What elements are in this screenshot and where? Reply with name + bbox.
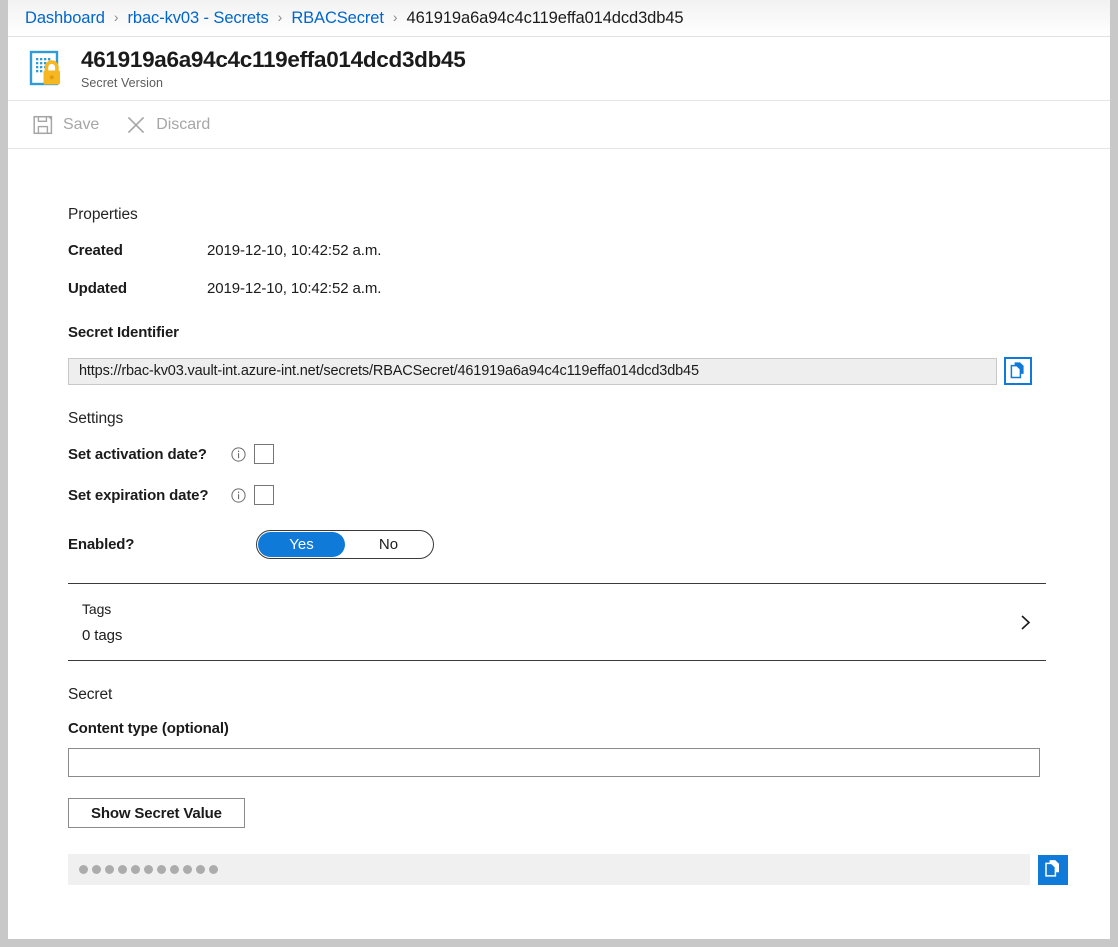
secret-identifier-value[interactable]: https://rbac-kv03.vault-int.azure-int.ne…: [68, 357, 997, 385]
copy-secret-value-button[interactable]: [1038, 854, 1068, 885]
tags-title: Tags: [82, 600, 112, 617]
discard-button-label: Discard: [156, 115, 211, 133]
masked-dot: [144, 865, 153, 874]
masked-dot: [79, 865, 88, 874]
created-row: Created 2019-12-10, 10:42:52 a.m.: [68, 242, 1110, 259]
info-icon[interactable]: [231, 446, 246, 462]
save-button-label: Save: [63, 115, 100, 133]
masked-dot: [131, 865, 140, 874]
settings-heading: Settings: [68, 410, 124, 427]
show-secret-value-row: Show Secret Value: [68, 798, 1110, 828]
content-type-input[interactable]: [68, 748, 1040, 777]
secret-value-masked-field[interactable]: [68, 854, 1030, 885]
properties-heading: Properties: [68, 206, 138, 223]
masked-dot: [92, 865, 101, 874]
secret-heading: Secret: [68, 686, 113, 703]
breadcrumb-separator-icon: ›: [392, 9, 398, 25]
command-bar: Save Discard: [8, 101, 1110, 149]
azure-portal-blade: Dashboard › rbac-kv03 - Secrets › RBACSe…: [0, 0, 1118, 947]
enabled-toggle-no[interactable]: No: [345, 532, 432, 557]
breadcrumb: Dashboard › rbac-kv03 - Secrets › RBACSe…: [8, 0, 1110, 37]
blade-title-bar: 461919a6a94c4c119effa014dcd3db45 Secret …: [8, 37, 1110, 101]
activation-date-label: Set activation date?: [68, 445, 207, 463]
discard-button[interactable]: Discard: [122, 108, 219, 142]
breadcrumb-item-secret[interactable]: RBACSecret: [291, 9, 384, 28]
secret-identifier-row: https://rbac-kv03.vault-int.azure-int.ne…: [68, 357, 1110, 385]
tags-count: 0 tags: [82, 626, 123, 644]
info-icon[interactable]: [231, 487, 246, 503]
masked-dot: [196, 865, 205, 874]
copy-icon: [1009, 361, 1027, 382]
close-x-icon: [125, 114, 147, 136]
expiration-date-label: Set expiration date?: [68, 486, 209, 504]
activation-date-checkbox[interactable]: [254, 444, 274, 464]
breadcrumb-separator-icon: ›: [113, 9, 119, 25]
masked-dot: [209, 865, 218, 874]
breadcrumb-item-current-version: 461919a6a94c4c119effa014dcd3db45: [406, 8, 684, 27]
breadcrumb-item-vault-secrets[interactable]: rbac-kv03 - Secrets: [128, 9, 269, 28]
updated-row: Updated 2019-12-10, 10:42:52 a.m.: [68, 280, 1110, 297]
masked-dots: [79, 865, 218, 874]
masked-dot: [183, 865, 192, 874]
secret-value-row: [68, 854, 1110, 885]
show-secret-value-button[interactable]: Show Secret Value: [68, 798, 245, 828]
created-value: 2019-12-10, 10:42:52 a.m.: [207, 242, 382, 259]
breadcrumb-separator-icon: ›: [277, 9, 283, 25]
breadcrumb-item-dashboard[interactable]: Dashboard: [25, 9, 105, 28]
tags-section[interactable]: Tags 0 tags: [68, 583, 1046, 661]
expiration-date-checkbox[interactable]: [254, 485, 274, 505]
updated-label: Updated: [68, 280, 127, 297]
masked-dot: [170, 865, 179, 874]
page-title: 461919a6a94c4c119effa014dcd3db45: [81, 47, 466, 73]
enabled-row: Enabled? Yes No: [68, 530, 1110, 559]
created-label: Created: [68, 242, 123, 259]
blade-content: Properties Created 2019-12-10, 10:42:52 …: [8, 206, 1110, 885]
page-subtitle: Secret Version: [81, 75, 163, 90]
enabled-toggle[interactable]: Yes No: [256, 530, 434, 559]
activation-date-row: Set activation date?: [68, 444, 1110, 464]
copy-secret-identifier-button[interactable]: [1004, 357, 1032, 385]
secret-identifier-label: Secret Identifier: [68, 324, 179, 341]
enabled-label: Enabled?: [68, 536, 135, 553]
tags-text-group: Tags 0 tags: [82, 601, 1017, 644]
copy-icon: [1043, 858, 1063, 881]
save-floppy-icon: [32, 114, 54, 136]
updated-value: 2019-12-10, 10:42:52 a.m.: [207, 280, 382, 297]
chevron-right-icon[interactable]: [1017, 614, 1034, 631]
enabled-toggle-yes[interactable]: Yes: [258, 532, 345, 557]
content-type-label: Content type (optional): [68, 720, 229, 737]
masked-dot: [118, 865, 127, 874]
secret-version-icon: [27, 48, 69, 90]
save-button[interactable]: Save: [29, 108, 108, 142]
blade-title-text: 461919a6a94c4c119effa014dcd3db45 Secret …: [81, 47, 466, 90]
masked-dot: [105, 865, 114, 874]
masked-dot: [157, 865, 166, 874]
expiration-date-row: Set expiration date?: [68, 485, 1110, 505]
